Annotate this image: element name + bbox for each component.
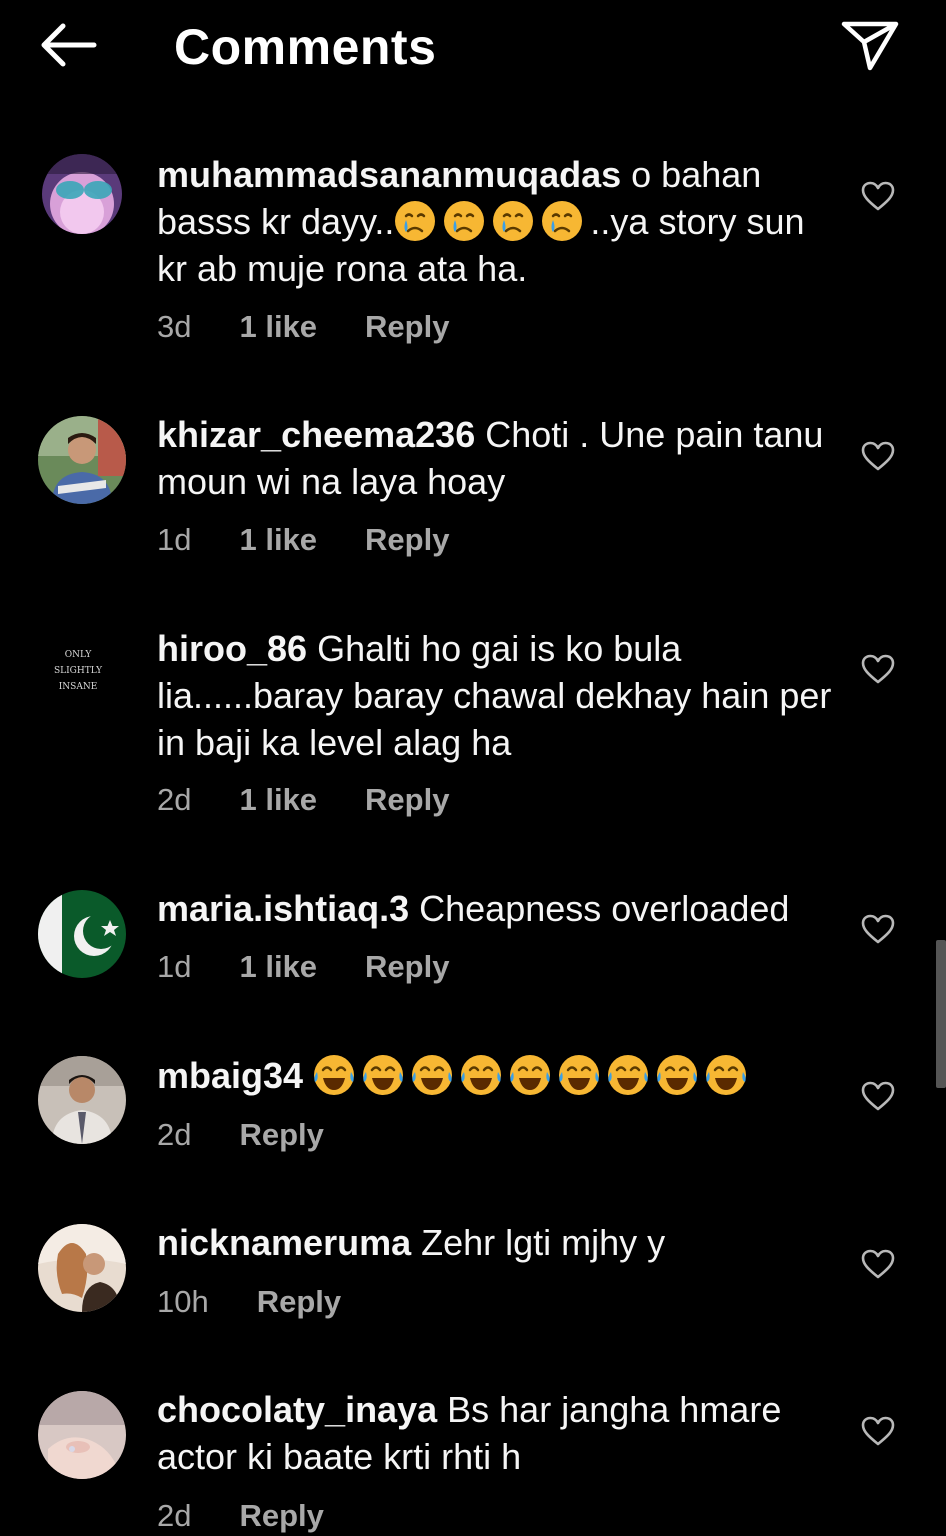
- reply-button[interactable]: Reply: [365, 307, 449, 347]
- reply-button[interactable]: Reply: [257, 1282, 341, 1322]
- reply-button[interactable]: Reply: [239, 1496, 323, 1536]
- face-with-tears-of-joy-emoji: [607, 1054, 649, 1096]
- reply-button[interactable]: Reply: [239, 1115, 323, 1155]
- comment-meta: 1d 1 like Reply: [157, 520, 449, 560]
- crying-face-emoji: [492, 200, 534, 242]
- face-with-tears-of-joy-emoji: [411, 1054, 453, 1096]
- comment-username[interactable]: chocolaty_inaya: [157, 1389, 437, 1430]
- comment-time: 2d: [157, 1117, 192, 1152]
- comment-time: 2d: [157, 782, 192, 817]
- comment-username[interactable]: hiroo_86: [157, 628, 307, 669]
- comment-meta: 1d 1 like Reply: [157, 947, 449, 987]
- comment-meta: 10h Reply: [157, 1282, 341, 1322]
- face-with-tears-of-joy-emoji: [656, 1054, 698, 1096]
- comment-meta: 2d 1 like Reply: [157, 780, 449, 820]
- scrollbar-thumb[interactable]: [936, 940, 946, 1088]
- comment-time: 2d: [157, 1498, 192, 1533]
- comment-meta: 2d Reply: [157, 1496, 324, 1536]
- heart-icon[interactable]: [860, 1415, 896, 1447]
- comment-time: 3d: [157, 309, 192, 344]
- comment-username[interactable]: khizar_cheema236: [157, 414, 475, 455]
- comment-list: muhammadsananmuqadas o bahan basss kr da…: [0, 0, 946, 1536]
- comment-body: chocolaty_inaya Bs har jangha hmare acto…: [157, 1386, 837, 1480]
- heart-icon[interactable]: [860, 653, 896, 685]
- comment-time: 10h: [157, 1284, 209, 1319]
- reply-button[interactable]: Reply: [365, 780, 449, 820]
- face-with-tears-of-joy-emoji: [509, 1054, 551, 1096]
- comment-likes[interactable]: 1 like: [239, 780, 317, 820]
- avatar[interactable]: [38, 1056, 126, 1144]
- comment-username[interactable]: mbaig34: [157, 1055, 303, 1096]
- avatar[interactable]: ONLY SLIGHTLY INSANE: [38, 629, 126, 717]
- face-with-tears-of-joy-emoji: [705, 1054, 747, 1096]
- reply-button[interactable]: Reply: [365, 520, 449, 560]
- comment-body: khizar_cheema236 Choti . Une pain tanu m…: [157, 411, 837, 505]
- face-with-tears-of-joy-emoji: [460, 1054, 502, 1096]
- avatar-text-line: INSANE: [59, 682, 98, 692]
- avatar-text-line: ONLY: [65, 650, 93, 660]
- comment-time: 1d: [157, 522, 192, 557]
- comment-body: muhammadsananmuqadas o bahan basss kr da…: [157, 151, 837, 292]
- comment-meta: 2d Reply: [157, 1115, 324, 1155]
- comment-text: Zehr lgti mjhy y: [421, 1222, 666, 1263]
- avatar[interactable]: [38, 890, 126, 978]
- crying-face-emoji: [394, 200, 436, 242]
- comment-meta: 3d 1 like Reply: [157, 307, 449, 347]
- avatar[interactable]: [38, 1391, 126, 1479]
- comment-body: nicknameruma Zehr lgti mjhy y: [157, 1219, 837, 1266]
- heart-icon[interactable]: [860, 913, 896, 945]
- avatar[interactable]: [42, 154, 122, 234]
- comment-time: 1d: [157, 949, 192, 984]
- heart-icon[interactable]: [860, 1248, 896, 1280]
- heart-icon[interactable]: [860, 180, 896, 212]
- face-with-tears-of-joy-emoji: [558, 1054, 600, 1096]
- crying-face-emoji: [443, 200, 485, 242]
- avatar[interactable]: [38, 1224, 126, 1312]
- avatar-text-line: SLIGHTLY: [54, 666, 103, 676]
- crying-face-emoji: [541, 200, 583, 242]
- reply-button[interactable]: Reply: [365, 947, 449, 987]
- heart-icon[interactable]: [860, 440, 896, 472]
- comment-likes[interactable]: 1 like: [239, 520, 317, 560]
- comment-likes[interactable]: 1 like: [239, 947, 317, 987]
- heart-icon[interactable]: [860, 1080, 896, 1112]
- comment-body: hiroo_86 Ghalti ho gai is ko bula lia...…: [157, 625, 837, 766]
- face-with-tears-of-joy-emoji: [362, 1054, 404, 1096]
- comment-likes[interactable]: 1 like: [239, 307, 317, 347]
- comment-username[interactable]: maria.ishtiaq.3: [157, 888, 409, 929]
- avatar[interactable]: [38, 416, 126, 504]
- comment-username[interactable]: muhammadsananmuqadas: [157, 154, 621, 195]
- comment-username[interactable]: nicknameruma: [157, 1222, 411, 1263]
- face-with-tears-of-joy-emoji: [313, 1054, 355, 1096]
- comment-body: mbaig34: [157, 1052, 857, 1099]
- comment-body: maria.ishtiaq.3 Cheapness overloaded: [157, 885, 857, 932]
- comment-text: Cheapness overloaded: [419, 888, 790, 929]
